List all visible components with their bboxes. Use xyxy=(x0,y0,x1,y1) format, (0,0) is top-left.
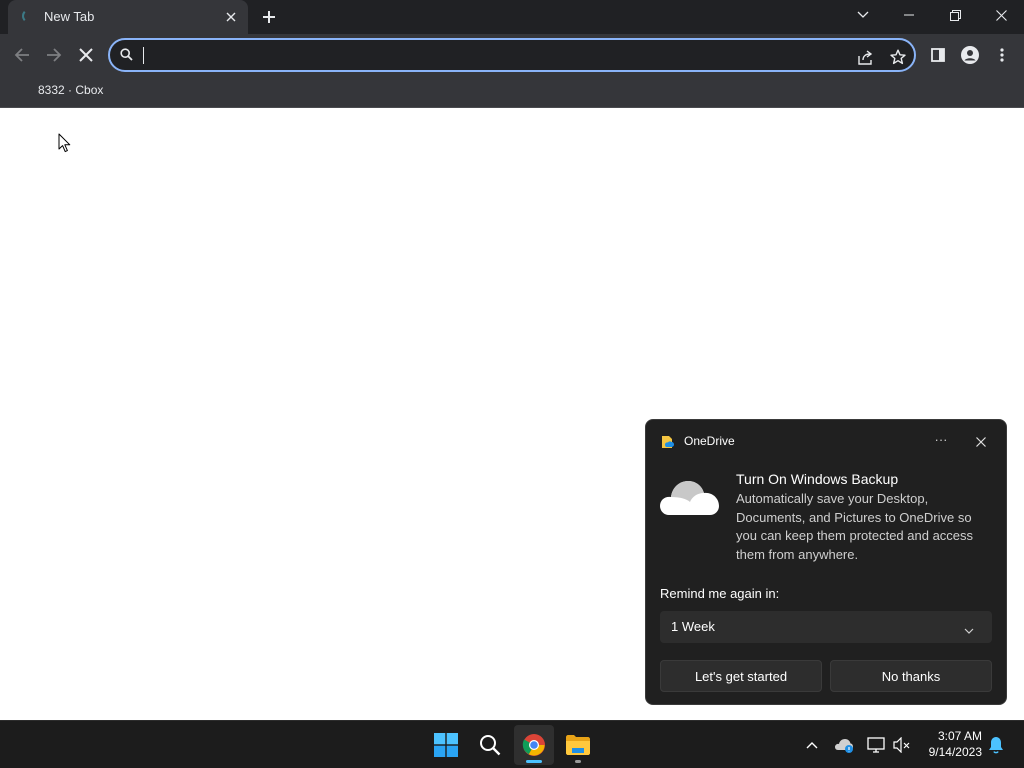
new-tab-button[interactable] xyxy=(256,4,282,30)
bookmark-star-icon[interactable] xyxy=(888,47,908,67)
toast-body-text: Automatically save your Desktop, Documen… xyxy=(736,491,974,562)
mouse-cursor-icon xyxy=(58,133,71,158)
tab-title: New Tab xyxy=(44,9,95,24)
search-icon xyxy=(120,48,133,66)
onedrive-tray-icon[interactable] xyxy=(834,735,854,755)
onedrive-app-icon xyxy=(661,435,675,454)
tab-new-tab[interactable]: New Tab xyxy=(8,0,248,34)
taskbar-chrome-button[interactable] xyxy=(514,725,554,765)
text-caret xyxy=(143,47,144,64)
chevron-down-icon xyxy=(964,621,974,639)
start-button[interactable] xyxy=(426,725,466,765)
remind-interval-select[interactable]: 1 Week xyxy=(660,611,992,643)
toast-close-button[interactable] xyxy=(971,432,991,452)
loading-spinner-icon xyxy=(22,9,36,23)
close-window-button[interactable] xyxy=(978,0,1024,30)
close-icon xyxy=(976,437,986,447)
notification-bell-icon[interactable] xyxy=(986,735,1006,755)
browser-title-bar: New Tab xyxy=(0,0,1024,34)
profile-avatar-icon xyxy=(961,46,979,64)
no-thanks-button[interactable]: No thanks xyxy=(830,660,992,692)
volume-muted-icon[interactable] xyxy=(892,735,912,755)
address-bar[interactable] xyxy=(108,38,916,72)
back-button[interactable] xyxy=(6,39,38,71)
onedrive-notification: OneDrive ··· Turn On Windows Backup Auto… xyxy=(645,419,1007,705)
stop-loading-button[interactable] xyxy=(70,39,102,71)
lets-get-started-button[interactable]: Let's get started xyxy=(660,660,822,692)
share-icon[interactable] xyxy=(856,47,876,67)
taskbar-search-button[interactable] xyxy=(470,725,510,765)
tab-close-icon[interactable] xyxy=(222,8,240,26)
active-app-indicator xyxy=(526,760,542,763)
taskbar-file-explorer-button[interactable] xyxy=(558,725,598,765)
arrow-right-icon xyxy=(47,48,62,62)
restore-icon xyxy=(949,9,961,21)
network-icon[interactable] xyxy=(866,735,886,755)
taskbar: 3:07 AM 9/14/2023 xyxy=(0,720,1024,768)
tab-search-button[interactable] xyxy=(840,0,886,30)
bookmark-item[interactable]: 8332 · Cbox xyxy=(30,81,111,99)
minimize-icon xyxy=(904,14,914,16)
chrome-icon xyxy=(522,734,545,756)
side-panel-button[interactable] xyxy=(922,39,954,71)
minimize-button[interactable] xyxy=(886,0,932,30)
chrome-menu-button[interactable] xyxy=(986,39,1018,71)
toast-heading: Turn On Windows Backup xyxy=(736,471,899,487)
clock-time: 3:07 AM xyxy=(937,729,982,743)
forward-button[interactable] xyxy=(38,39,70,71)
plus-icon xyxy=(263,11,275,23)
more-options-icon[interactable]: ··· xyxy=(931,432,951,450)
search-icon xyxy=(480,735,501,756)
folder-icon xyxy=(566,735,590,755)
system-clock[interactable]: 3:07 AM 9/14/2023 xyxy=(920,728,982,760)
close-icon xyxy=(995,9,1007,21)
windows-logo-icon xyxy=(434,733,458,757)
profile-button[interactable] xyxy=(954,39,986,71)
cloud-icon xyxy=(659,475,721,522)
chevron-down-icon xyxy=(857,11,869,18)
show-hidden-icons-chevron-icon[interactable] xyxy=(802,735,822,755)
restore-button[interactable] xyxy=(932,0,978,30)
remind-interval-value: 1 Week xyxy=(671,619,715,634)
toast-app-name: OneDrive xyxy=(684,434,735,448)
remind-label: Remind me again in: xyxy=(660,586,780,601)
close-icon xyxy=(79,48,93,62)
side-panel-icon xyxy=(931,48,945,62)
clock-date: 9/14/2023 xyxy=(928,745,982,759)
bookmarks-bar: 8332 · Cbox xyxy=(0,76,1024,108)
running-app-indicator xyxy=(575,760,581,763)
address-input[interactable] xyxy=(142,46,826,68)
kebab-menu-icon xyxy=(1000,48,1004,62)
arrow-left-icon xyxy=(14,48,29,62)
